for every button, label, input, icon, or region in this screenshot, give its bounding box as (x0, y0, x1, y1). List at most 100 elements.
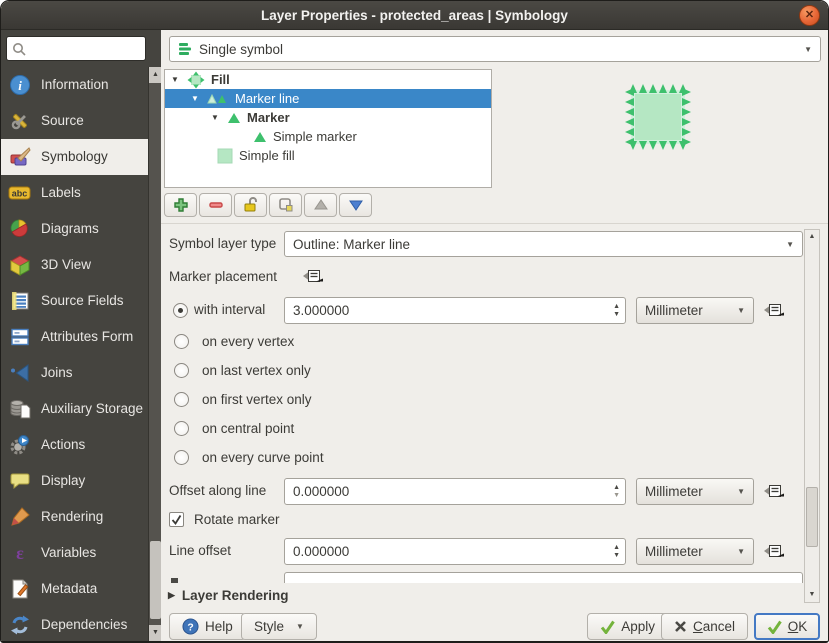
search-input[interactable] (26, 40, 140, 57)
options-scrollbar[interactable]: ▲ ▼ (804, 229, 820, 603)
symbol-layer-type-select[interactable]: Outline: Marker line ▼ (284, 231, 803, 257)
duplicate-symbol-layer-button[interactable] (269, 193, 302, 217)
sidebar-item-dependencies[interactable]: Dependencies (1, 607, 148, 643)
sidebar-item-diagrams[interactable]: Diagrams (1, 211, 148, 247)
move-down-button[interactable] (339, 193, 372, 217)
sidebar-item-source[interactable]: Source (1, 103, 148, 139)
data-defined-override-button[interactable] (302, 268, 325, 285)
information-icon: i (8, 74, 32, 96)
style-button[interactable]: Style ▼ (241, 613, 317, 640)
source-icon (8, 110, 32, 132)
sidebar-item-source-fields[interactable]: Source Fields (1, 283, 148, 319)
check-icon (767, 619, 782, 634)
sidebar-item-variables[interactable]: ε Variables (1, 535, 148, 571)
offset-along-line-spinbox[interactable]: ▲▼ (284, 478, 626, 505)
spin-up-icon[interactable]: ▲ (613, 303, 620, 311)
on-first-vertex-only-radio[interactable] (174, 392, 189, 407)
expander-down-icon[interactable]: ▼ (171, 75, 181, 84)
symbol-tree: ▼ Fill ▼ Marker line ▼ Marker Simple mar… (164, 69, 492, 188)
remove-symbol-layer-button[interactable] (199, 193, 232, 217)
minus-icon (207, 196, 225, 214)
joins-icon (8, 362, 32, 384)
auxiliary-storage-icon (8, 398, 32, 420)
symbology-panel: Single symbol ▼ ▼ Fill ▼ Marker line ▼ M… (161, 30, 828, 641)
close-button[interactable]: ✕ (799, 5, 820, 26)
spin-down-icon[interactable]: ▼ (613, 492, 620, 500)
offset-along-line-input[interactable] (285, 479, 608, 504)
sidebar-item-rendering[interactable]: Rendering (1, 499, 148, 535)
line-offset-input[interactable] (285, 539, 608, 564)
sidebar-item-attributes-form[interactable]: Attributes Form (1, 319, 148, 355)
sidebar-item-metadata[interactable]: Metadata (1, 571, 148, 607)
line-offset-spinbox[interactable]: ▲▼ (284, 538, 626, 565)
svg-text:abc: abc (12, 189, 28, 199)
sidebar-search[interactable] (6, 36, 146, 61)
help-icon: ? (182, 618, 199, 635)
scroll-down-icon[interactable]: ▼ (805, 588, 819, 602)
sidebar-item-symbology[interactable]: Symbology (1, 139, 148, 175)
sidebar-item-3d-view[interactable]: 3D View (1, 247, 148, 283)
labels-icon: abc (8, 182, 32, 204)
data-defined-override-button[interactable] (763, 543, 786, 560)
data-defined-override-button[interactable] (763, 483, 786, 500)
on-every-curve-point-radio[interactable] (174, 450, 189, 465)
on-central-point-radio[interactable] (174, 421, 189, 436)
on-last-vertex-only-radio[interactable] (174, 363, 189, 378)
apply-button[interactable]: Apply (587, 613, 668, 640)
help-button[interactable]: ? Help (169, 613, 246, 640)
sidebar-item-joins[interactable]: Joins (1, 355, 148, 391)
line-offset-unit-select[interactable]: Millimeter ▼ (636, 538, 754, 565)
move-up-button[interactable] (304, 193, 337, 217)
interval-input[interactable] (285, 298, 608, 323)
expander-down-icon[interactable]: ▼ (191, 94, 201, 103)
on-every-vertex-radio[interactable] (174, 334, 189, 349)
titlebar[interactable]: Layer Properties - protected_areas | Sym… (1, 1, 828, 30)
layer-rendering-header[interactable]: ▶ Layer Rendering (168, 588, 288, 603)
symbol-preview (621, 80, 695, 157)
simple-fill-icon (217, 148, 233, 164)
single-symbol-icon (178, 42, 192, 56)
cancel-button[interactable]: Cancel (661, 613, 748, 640)
tree-row-marker-line[interactable]: ▼ Marker line (165, 89, 491, 108)
separator (161, 223, 828, 224)
data-defined-override-icon (763, 302, 786, 319)
chevron-down-icon: ▼ (737, 306, 745, 315)
lock-colors-button[interactable] (234, 193, 267, 217)
sidebar-nav: i Information Source Symbology abc Label… (1, 67, 148, 643)
rotate-marker-checkbox[interactable] (169, 512, 184, 527)
spin-up-icon[interactable]: ▲ (613, 544, 620, 552)
offset-along-line-unit-select[interactable]: Millimeter ▼ (636, 478, 754, 505)
spin-up-icon[interactable]: ▲ (613, 484, 620, 492)
interval-spinbox[interactable]: ▲▼ (284, 297, 626, 324)
ok-button[interactable]: OK (754, 613, 820, 640)
tree-row-fill[interactable]: ▼ Fill (165, 70, 491, 89)
with-interval-radio[interactable] (173, 303, 188, 318)
interval-unit-select[interactable]: Millimeter ▼ (636, 297, 754, 324)
tree-row-simple-marker[interactable]: Simple marker (165, 127, 491, 146)
chevron-down-icon: ▼ (786, 240, 794, 249)
sidebar-scrollbar[interactable]: ▲ ▼ (148, 67, 161, 641)
spin-down-icon[interactable]: ▼ (613, 311, 620, 319)
chevron-down-icon: ▼ (737, 547, 745, 556)
marker-line-icon (207, 92, 229, 106)
svg-text:ε: ε (16, 543, 24, 563)
sidebar-scrollbar-thumb[interactable] (150, 541, 161, 619)
options-scrollbar-thumb[interactable] (806, 487, 818, 547)
source-fields-icon (8, 290, 32, 312)
lock-open-icon (242, 196, 260, 214)
renderer-select[interactable]: Single symbol ▼ (169, 36, 821, 62)
tree-row-simple-fill[interactable]: Simple fill (165, 146, 491, 165)
sidebar-item-labels[interactable]: abc Labels (1, 175, 148, 211)
sidebar-item-display[interactable]: Display (1, 463, 148, 499)
sidebar-item-information[interactable]: i Information (1, 67, 148, 103)
expander-down-icon[interactable]: ▼ (211, 113, 221, 122)
layer-properties-dialog: Layer Properties - protected_areas | Sym… (0, 0, 829, 643)
data-defined-override-button[interactable] (763, 302, 786, 319)
add-icon (172, 196, 190, 214)
spin-down-icon[interactable]: ▼ (613, 552, 620, 560)
add-symbol-layer-button[interactable] (164, 193, 197, 217)
sidebar-item-actions[interactable]: Actions (1, 427, 148, 463)
tree-row-marker[interactable]: ▼ Marker (165, 108, 491, 127)
scroll-up-icon[interactable]: ▲ (805, 230, 819, 244)
sidebar-item-auxiliary-storage[interactable]: Auxiliary Storage (1, 391, 148, 427)
